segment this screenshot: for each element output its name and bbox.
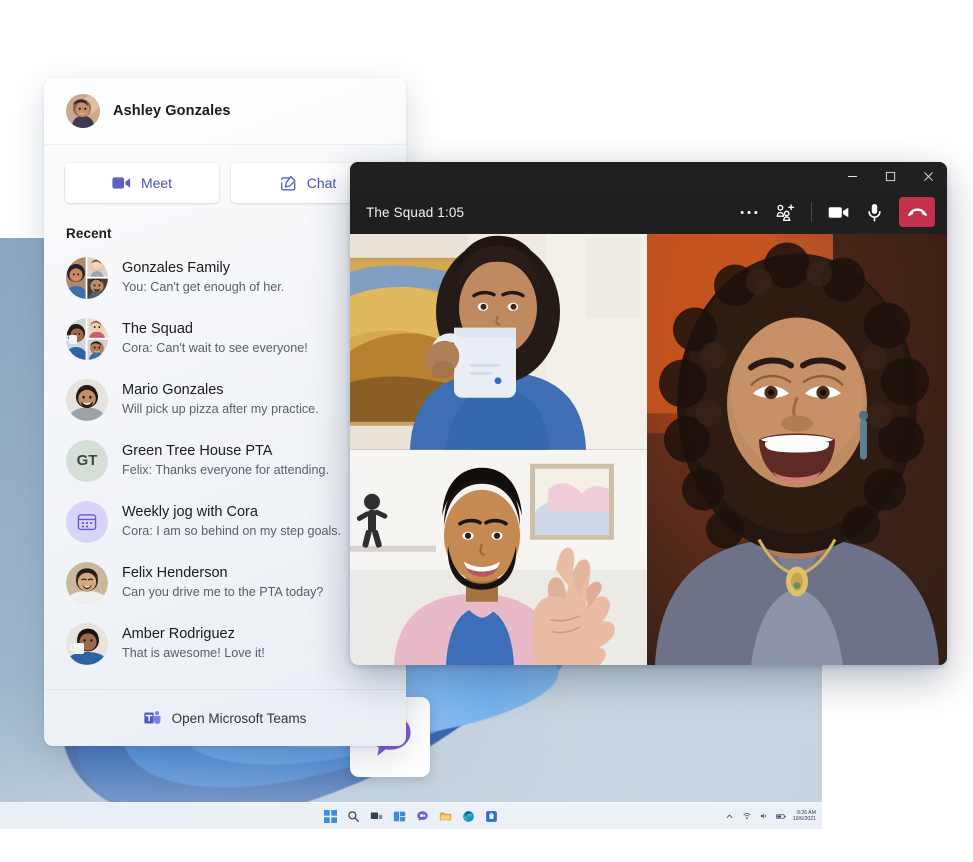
chat-title: Amber Rodriguez: [122, 625, 384, 644]
flyout-header: Ashley Gonzales: [44, 78, 406, 145]
participant-tile[interactable]: [350, 234, 647, 450]
chat-preview: That is awesome! Love it!: [122, 644, 384, 662]
calendar-avatar: [66, 501, 108, 543]
chat-preview: Felix: Thanks everyone for attending.: [122, 461, 384, 479]
taskbar-item-file-explorer[interactable]: [438, 809, 453, 824]
taskbar-item-widgets[interactable]: [392, 809, 407, 824]
mario-avatar: [66, 379, 108, 421]
microphone-icon: [867, 203, 882, 222]
volume-icon[interactable]: [759, 811, 769, 821]
list-item-text: Weekly jog with Cora Cora: I am so behin…: [122, 503, 384, 540]
the-squad-avatar: [66, 318, 108, 360]
avatar-initials: GT: [66, 440, 108, 482]
meet-button[interactable]: Meet: [65, 163, 219, 203]
taskbar-item-task-view[interactable]: [369, 809, 384, 824]
chat-button-label: Chat: [307, 175, 337, 191]
open-teams-label: Open Microsoft Teams: [172, 711, 307, 726]
call-title: The Squad 1:05: [366, 205, 732, 220]
video-grid: [350, 234, 947, 665]
participant-tile[interactable]: [647, 234, 947, 665]
network-icon[interactable]: [742, 811, 752, 821]
list-item-text: Mario Gonzales Will pick up pizza after …: [122, 381, 384, 418]
chat-preview: Cora: I am so behind on my step goals.: [122, 522, 384, 540]
taskbar: 9:26 AM 10/6/2021: [0, 802, 822, 829]
meet-button-label: Meet: [141, 175, 172, 191]
list-item-text: Felix Henderson Can you drive me to the …: [122, 564, 384, 601]
chat-title: Mario Gonzales: [122, 381, 384, 400]
list-item-text: Green Tree House PTA Felix: Thanks every…: [122, 442, 384, 479]
taskbar-item-store[interactable]: [484, 809, 499, 824]
felix-avatar: [66, 562, 108, 604]
list-item-text: The Squad Cora: Can't wait to see everyo…: [122, 320, 384, 357]
call-toolbar: The Squad 1:05: [350, 190, 947, 234]
chat-title: Gonzales Family: [122, 259, 384, 278]
ellipsis-icon: [740, 210, 758, 215]
chat-preview: Can you drive me to the PTA today?: [122, 583, 384, 601]
chat-title: Green Tree House PTA: [122, 442, 384, 461]
taskbar-item-chat[interactable]: [415, 809, 430, 824]
more-options-button[interactable]: [732, 196, 766, 228]
taskbar-clock[interactable]: 9:26 AM 10/6/2021: [793, 810, 816, 822]
open-microsoft-teams-button[interactable]: Open Microsoft Teams: [44, 689, 406, 746]
calendar-icon: [77, 512, 97, 532]
controls-divider: [811, 202, 812, 222]
teams-call-window: The Squad 1:05: [350, 162, 947, 665]
screenshot-stage: 9:26 AM 10/6/2021: [0, 0, 973, 862]
add-people-icon: [776, 204, 795, 221]
maximize-button[interactable]: [871, 162, 909, 190]
camera-button[interactable]: [821, 196, 855, 228]
microsoft-teams-icon: [144, 710, 161, 726]
compose-chat-icon: [280, 175, 297, 192]
battery-icon[interactable]: [776, 811, 786, 821]
chat-preview: Will pick up pizza after my practice.: [122, 400, 384, 418]
gonzales-family-avatar: [66, 257, 108, 299]
taskbar-items: [323, 809, 499, 824]
chat-preview: You: Can't get enough of her.: [122, 278, 384, 296]
flyout-user-name: Ashley Gonzales: [113, 103, 231, 119]
participant-video-woman-laughing: [647, 234, 947, 665]
taskbar-item-start[interactable]: [323, 809, 338, 824]
list-item-text: Amber Rodriguez That is awesome! Love it…: [122, 625, 384, 662]
avatar: [66, 94, 100, 128]
call-controls: [732, 196, 935, 228]
window-caption-bar: [350, 162, 947, 190]
close-button[interactable]: [909, 162, 947, 190]
video-camera-icon: [112, 176, 131, 190]
video-camera-icon: [828, 205, 849, 220]
hang-up-icon: [907, 206, 928, 218]
amber-avatar: [66, 623, 108, 665]
chat-preview: Cora: Can't wait to see everyone!: [122, 339, 384, 357]
hang-up-button[interactable]: [899, 197, 935, 227]
system-tray: 9:26 AM 10/6/2021: [725, 810, 816, 822]
taskbar-item-edge[interactable]: [461, 809, 476, 824]
list-item-text: Gonzales Family You: Can't get enough of…: [122, 259, 384, 296]
add-people-button[interactable]: [768, 196, 802, 228]
chat-title: Felix Henderson: [122, 564, 384, 583]
participant-tile[interactable]: [350, 450, 647, 666]
chat-title: The Squad: [122, 320, 384, 339]
minimize-button[interactable]: [833, 162, 871, 190]
participant-video-woman-mug: [350, 234, 647, 450]
taskbar-item-search[interactable]: [346, 809, 361, 824]
microphone-button[interactable]: [857, 196, 891, 228]
chat-title: Weekly jog with Cora: [122, 503, 384, 522]
clock-date: 10/6/2021: [793, 816, 816, 822]
participant-video-man-waving: [350, 450, 647, 666]
show-hidden-icons-icon[interactable]: [725, 811, 735, 821]
